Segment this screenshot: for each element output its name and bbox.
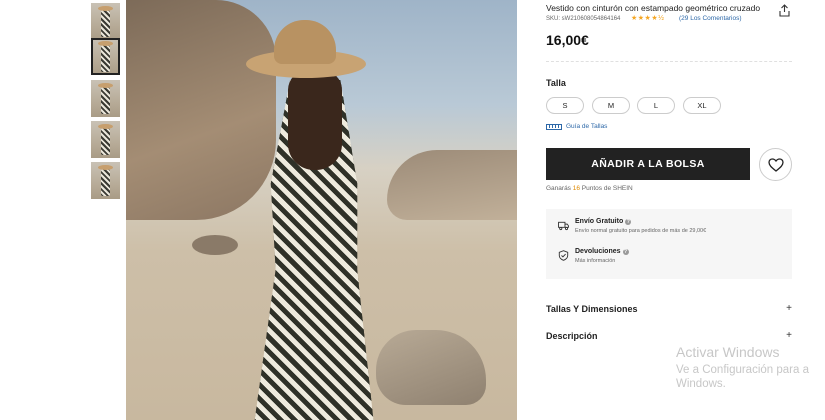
product-title: Vestido con cinturón con estampado geomé… xyxy=(546,3,761,13)
points-suffix: Puntos de SHEIN xyxy=(579,185,633,192)
returns-title: Devoluciones xyxy=(575,248,621,255)
points-info: Ganarás 16 Puntos de SHEIN xyxy=(546,185,633,192)
rating-stars-icon: ★★★★½ xyxy=(631,15,665,22)
share-icon[interactable] xyxy=(778,4,791,17)
size-option-l[interactable]: L xyxy=(637,97,675,114)
divider xyxy=(546,61,792,62)
image-rock xyxy=(387,150,517,220)
watermark-title: Activar Windows xyxy=(676,344,780,360)
accordion-description[interactable]: Descripción + xyxy=(546,330,792,341)
shipping-info: Envío Gratuito? Envío normal gratuito pa… xyxy=(558,218,706,234)
thumbnail-5[interactable] xyxy=(91,162,120,199)
size-option-m[interactable]: M xyxy=(592,97,630,114)
accordion-sizes-label: Tallas Y Dimensiones xyxy=(546,303,638,314)
thumbnail-4[interactable] xyxy=(91,121,120,158)
size-label: Talla xyxy=(546,78,566,88)
returns-info: Devoluciones? Más información xyxy=(558,248,629,264)
points-prefix: Ganarás xyxy=(546,185,573,192)
shipping-title: Envío Gratuito xyxy=(575,218,624,225)
size-option-xl[interactable]: XL xyxy=(683,97,721,114)
image-stone xyxy=(376,330,486,405)
plus-icon: + xyxy=(786,330,792,341)
ruler-icon xyxy=(546,123,562,130)
help-icon[interactable]: ? xyxy=(625,218,632,225)
shipping-subtitle: Envío normal gratuito para pedidos de má… xyxy=(575,228,707,234)
thumbnail-2-selected[interactable] xyxy=(91,38,120,75)
thumbnail-3[interactable] xyxy=(91,80,120,117)
points-value: 16 xyxy=(572,185,580,192)
add-to-bag-button[interactable]: AÑADIR A LA BOLSA xyxy=(546,148,750,180)
wishlist-button[interactable] xyxy=(759,148,792,181)
heart-icon xyxy=(767,157,784,172)
reviews-link[interactable]: (29 Los Comentarios) xyxy=(679,15,742,22)
size-guide-link[interactable]: Guía de Tallas xyxy=(546,123,607,130)
truck-icon xyxy=(558,221,569,231)
main-product-image[interactable] xyxy=(126,0,517,420)
size-guide-label: Guía de Tallas xyxy=(566,123,608,130)
windows-activation-watermark: Activar Windows Ve a Configuración para … xyxy=(676,344,809,390)
size-option-s[interactable]: S xyxy=(546,97,584,114)
watermark-line: Windows. xyxy=(676,378,726,390)
shield-check-icon xyxy=(558,250,569,261)
model-figure xyxy=(226,20,386,420)
returns-link[interactable]: Más información xyxy=(575,258,629,264)
shipping-returns-box: Envío Gratuito? Envío normal gratuito pa… xyxy=(546,209,792,279)
help-icon[interactable]: ? xyxy=(622,248,629,255)
plus-icon: + xyxy=(786,303,792,314)
product-sku: SKU: sW2106080548641​64 xyxy=(546,16,621,22)
watermark-line: Ve a Configuración para a xyxy=(676,364,809,376)
thumbnail-1[interactable] xyxy=(91,3,120,40)
accordion-sizes[interactable]: Tallas Y Dimensiones + xyxy=(546,303,792,314)
product-price: 16,00€ xyxy=(546,32,589,48)
accordion-description-label: Descripción xyxy=(546,330,598,341)
